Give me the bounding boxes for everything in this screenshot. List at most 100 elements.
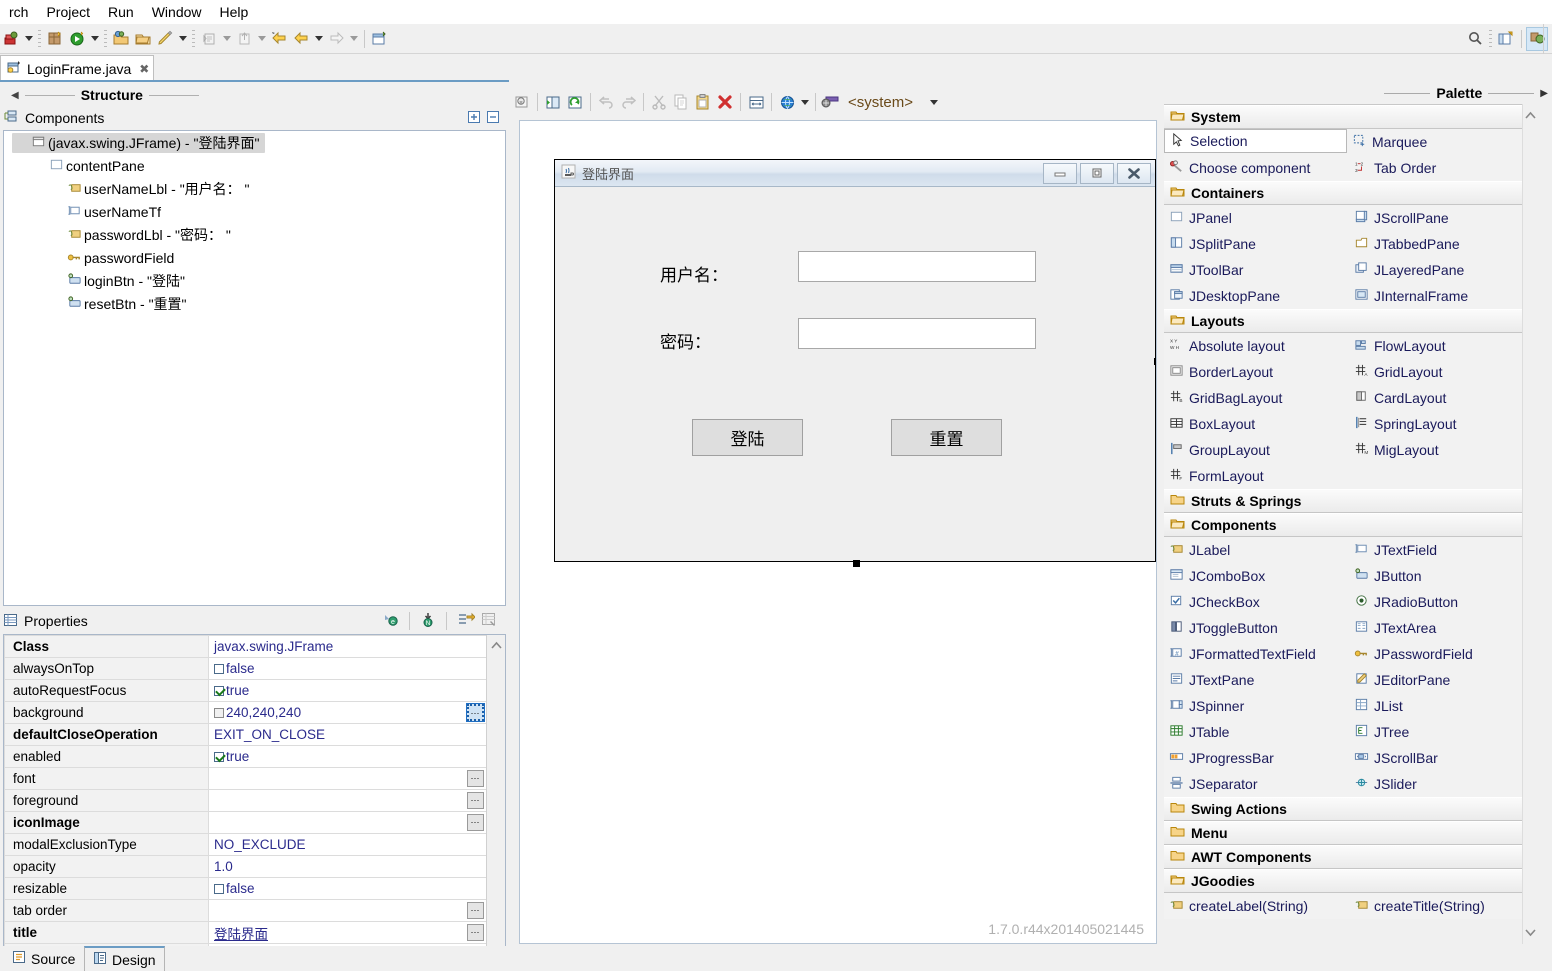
property-row[interactable]: font ⋯ [5, 768, 487, 790]
palette-item-boxlayout[interactable]: BoxLayout [1164, 411, 1349, 437]
last-edit-location-icon[interactable] [268, 27, 290, 51]
expand-all-icon[interactable] [467, 110, 481, 127]
tab-source[interactable]: Source [4, 946, 83, 971]
open-perspective-icon[interactable] [1495, 27, 1517, 51]
delete-icon[interactable] [714, 90, 736, 114]
tree-row[interactable]: userNameTf [4, 200, 505, 223]
property-row[interactable]: Class javax.swing.JFrame [5, 636, 487, 658]
property-row[interactable]: alwaysOnTop false [5, 658, 487, 680]
jframe-content-pane[interactable]: 用户名： 密码： 登陆 重置 [555, 187, 1155, 561]
property-editor-button[interactable]: ⋯ [467, 770, 484, 787]
property-row[interactable]: title 登陆界面 ⋯ [5, 922, 487, 944]
property-row[interactable]: modalExclusionType NO_EXCLUDE [5, 834, 487, 856]
tree-row[interactable]: passwordLbl - "密码： " [4, 223, 505, 246]
tab-design[interactable]: Design [84, 946, 165, 971]
property-value-cell[interactable]: ⋯ [209, 768, 487, 790]
palette-item-jlist[interactable]: JList [1349, 693, 1534, 719]
new-package-icon[interactable] [44, 27, 66, 51]
previewed-jframe[interactable]: 登陆界面 用户名： 密码： 登陆 重置 [554, 159, 1156, 562]
checkbox[interactable] [214, 686, 224, 696]
palette-category-struts-springs[interactable]: Struts & Springs [1164, 489, 1534, 513]
palette-item-jbutton[interactable]: JButton [1349, 563, 1534, 589]
property-editor-button[interactable]: ⋯ [467, 902, 484, 919]
palette-category-swing-actions[interactable]: Swing Actions [1164, 797, 1534, 821]
property-value-cell[interactable]: true [209, 746, 487, 768]
palette-item-springlayout[interactable]: SpringLayout [1349, 411, 1534, 437]
property-value-cell[interactable]: 1.0 [209, 856, 487, 878]
palette-item-flowlayout[interactable]: FlowLayout [1349, 333, 1534, 359]
checkbox[interactable] [214, 884, 224, 894]
tree-row[interactable]: resetBtn - "重置" [4, 292, 505, 315]
palette-item-jcombobox[interactable]: JComboBox [1164, 563, 1349, 589]
palette-item-jtogglebutton[interactable]: JToggleButton [1164, 615, 1349, 641]
look-and-feel-label[interactable]: <system> [842, 94, 919, 111]
palette-item-createlabel-string-[interactable]: createLabel(String) [1164, 893, 1349, 919]
palette-item-borderlayout[interactable]: BorderLayout [1164, 359, 1349, 385]
collapse-all-icon[interactable] [486, 110, 500, 127]
locale-dropdown-arrow-icon[interactable] [798, 90, 811, 114]
palette-item-absolute-layout[interactable]: X YW H Absolute layout [1164, 333, 1349, 359]
component-tree[interactable]: ⱟ (javax.swing.JFrame) - "登陆界面" ⱟ contentPa… [3, 130, 506, 606]
redo-icon[interactable] [617, 90, 639, 114]
show-advanced-properties-icon[interactable] [457, 612, 475, 630]
palette-item-jtextfield[interactable]: JTextField [1349, 537, 1534, 563]
palette-item-jlayeredpane[interactable]: JLayeredPane [1349, 257, 1534, 283]
palette-item-jpasswordfield[interactable]: JPasswordField [1349, 641, 1534, 667]
palette-item-jseparator[interactable]: JSeparator [1164, 771, 1349, 797]
palette-item-jtextpane[interactable]: JTextPane [1164, 667, 1349, 693]
tree-twisty[interactable]: ⱟ [30, 160, 46, 171]
palette-item-createtitle-string-[interactable]: createTitle(String) [1349, 893, 1534, 919]
palette-item-gridbaglayout[interactable]: B GridBagLayout [1164, 385, 1349, 411]
back-icon[interactable] [290, 27, 312, 51]
palette-item-choose-component[interactable]: Choose component [1164, 155, 1349, 181]
palette-item-grouplayout[interactable]: GroupLayout [1164, 437, 1349, 463]
next-annotation-dropdown-icon[interactable] [255, 27, 268, 51]
palette-category-containers[interactable]: Containers [1164, 181, 1534, 205]
palette-item-selection[interactable]: Selection [1164, 129, 1347, 153]
palette-item-tab-order[interactable]: 1 2 3 Tab Order [1349, 155, 1534, 181]
tree-row[interactable]: loginBtn - "登陆" [4, 269, 505, 292]
refresh-icon[interactable] [564, 90, 586, 114]
palette-item-jscrollpane[interactable]: JScrollPane [1349, 205, 1534, 231]
paste-icon[interactable] [692, 90, 714, 114]
property-row[interactable]: opacity 1.0 [5, 856, 487, 878]
palette-item-jtabbedpane[interactable]: JTabbedPane [1349, 231, 1534, 257]
new-window-icon[interactable] [369, 27, 391, 51]
palette-category-awt-components[interactable]: AWT Components [1164, 845, 1534, 869]
palette-item-jinternalframe[interactable]: JInternalFrame [1349, 283, 1534, 309]
property-row[interactable]: tab order ⋯ [5, 900, 487, 922]
open-source-icon[interactable] [542, 90, 564, 114]
property-row[interactable]: defaultCloseOperation EXIT_ON_CLOSE [5, 724, 487, 746]
scroll-down-icon[interactable] [1524, 925, 1537, 940]
palette-item-jdesktoppane[interactable]: JDesktopPane [1164, 283, 1349, 309]
forward-icon[interactable] [325, 27, 347, 51]
property-value-cell[interactable]: false [209, 878, 487, 900]
palette-item-jformattedtextfield[interactable]: # JFormattedTextField [1164, 641, 1349, 667]
property-value-cell[interactable]: 240,240,240 ⋯ [209, 702, 487, 724]
menu-item-project[interactable]: Project [37, 2, 99, 22]
property-editor-button[interactable]: ⋯ [467, 792, 484, 809]
next-annotation-icon[interactable] [233, 27, 255, 51]
goto-definition-icon[interactable]: N [420, 612, 436, 630]
palette-item-jprogressbar[interactable]: JProgressBar [1164, 745, 1349, 771]
tree-row[interactable]: ⱟ contentPane [4, 154, 505, 177]
color-swatch[interactable] [214, 708, 224, 718]
tree-twisty[interactable]: ⱟ [12, 137, 28, 148]
username-label[interactable]: 用户名： [660, 261, 728, 286]
palette-item-jtoolbar[interactable]: JToolBar [1164, 257, 1349, 283]
property-value-cell[interactable]: NO_EXCLUDE [209, 834, 487, 856]
property-value-cell[interactable]: javax.swing.JFrame [209, 636, 487, 658]
close-icon[interactable]: ✖ [139, 62, 149, 76]
username-textfield[interactable] [798, 251, 1036, 282]
property-row[interactable]: enabled true [5, 746, 487, 768]
palette-item-jtree[interactable]: JTree [1349, 719, 1534, 745]
tree-row[interactable]: passwordField [4, 246, 505, 269]
restore-default-value-icon[interactable] [481, 612, 498, 630]
run-icon[interactable] [66, 27, 88, 51]
run-dropdown-arrow-icon[interactable] [88, 27, 101, 51]
palette-category-components[interactable]: Components [1164, 513, 1534, 537]
scroll-up-icon[interactable] [490, 638, 503, 653]
palette-item-formlayout[interactable]: F FormLayout [1164, 463, 1349, 489]
palette-contents[interactable]: System Selection Marquee Choose component 1 2… [1164, 104, 1534, 944]
open-folder-icon[interactable] [132, 27, 154, 51]
